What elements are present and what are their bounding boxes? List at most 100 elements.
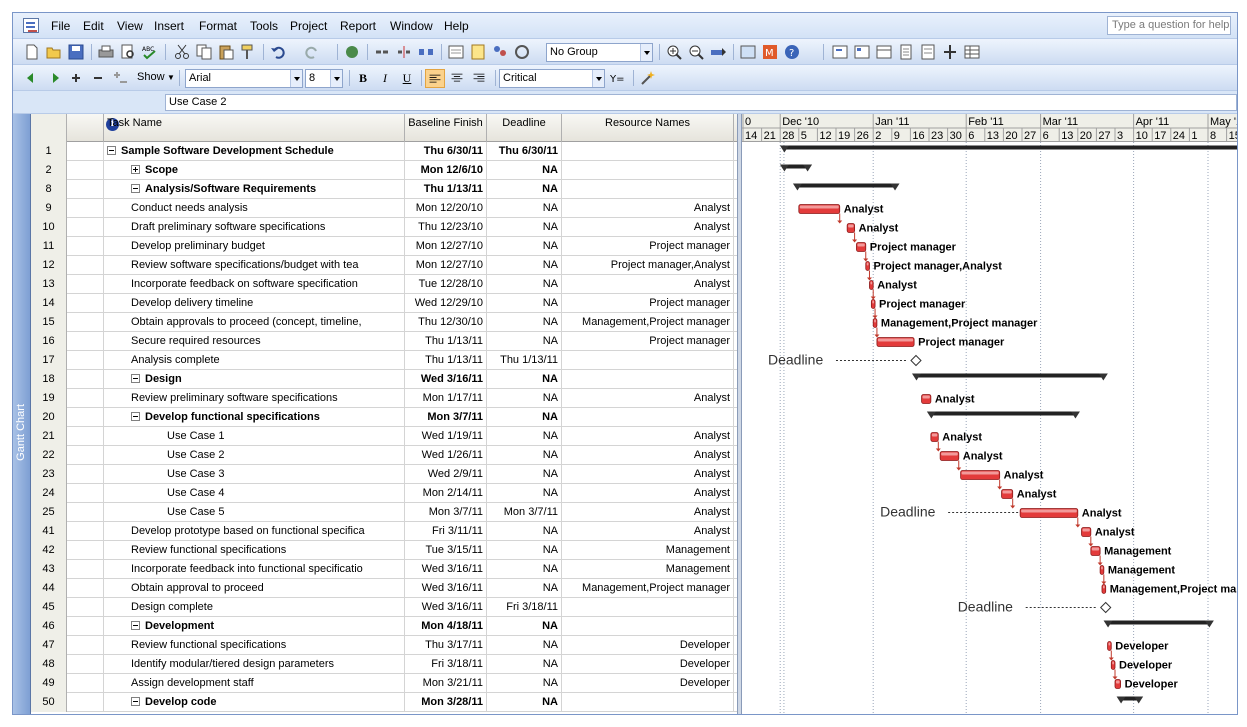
baseline-finish-cell[interactable]: Wed 3/16/11 (405, 560, 487, 579)
task-name-cell[interactable]: Use Case 2 (104, 446, 405, 465)
baseline-finish-cell[interactable]: Mon 1/17/11 (405, 389, 487, 408)
baseline-finish-cell[interactable]: Fri 3/11/11 (405, 522, 487, 541)
baseline-finish-cell[interactable]: Fri 3/18/11 (405, 655, 487, 674)
task-name-cell[interactable]: Development (104, 617, 405, 636)
row-id[interactable]: 15 (31, 313, 67, 332)
indicator-cell[interactable] (67, 294, 104, 313)
collapse-icon[interactable] (131, 621, 140, 630)
deadline-cell[interactable]: NA (487, 294, 562, 313)
resource-names-cell[interactable]: Analyst (562, 484, 734, 503)
indicator-cell[interactable] (67, 617, 104, 636)
scroll-to-task-icon[interactable] (709, 43, 727, 61)
baseline-finish-cell[interactable]: Wed 1/19/11 (405, 427, 487, 446)
baseline-finish-cell[interactable]: Mon 12/6/10 (405, 161, 487, 180)
task-row[interactable]: 25 Use Case 5 Mon 3/7/11 Mon 3/7/11 Analyst (31, 503, 737, 522)
task-row[interactable]: 20 Develop functional specifications Mon 3… (31, 408, 737, 427)
paste-icon[interactable] (217, 43, 235, 61)
row-id[interactable]: 24 (31, 484, 67, 503)
indicator-cell[interactable] (67, 655, 104, 674)
indicator-cell[interactable] (67, 408, 104, 427)
resource-names-cell[interactable] (562, 617, 734, 636)
menu-project[interactable]: Project (290, 19, 327, 33)
insert-hyperlink-icon[interactable] (343, 43, 361, 61)
task-name-cell[interactable]: Obtain approvals to proceed (concept, ti… (104, 313, 405, 332)
indicator-cell[interactable] (67, 180, 104, 199)
resource-names-cell[interactable]: Project manager (562, 332, 734, 351)
hide-subtasks-icon[interactable] (89, 69, 107, 87)
baseline-finish-cell[interactable]: Mon 12/27/10 (405, 256, 487, 275)
deadline-cell[interactable]: Fri 3/18/11 (487, 598, 562, 617)
split-window-icon[interactable] (941, 43, 959, 61)
task-name-cell[interactable]: Use Case 3 (104, 465, 405, 484)
baseline-finish-cell[interactable]: Mon 12/27/10 (405, 237, 487, 256)
task-name-cell[interactable]: Develop delivery timeline (104, 294, 405, 313)
baseline-finish-cell[interactable]: Thu 3/17/11 (405, 636, 487, 655)
baseline-finish-cell[interactable]: Wed 1/26/11 (405, 446, 487, 465)
task-row[interactable]: 19 Review preliminary software specificat… (31, 389, 737, 408)
row-id[interactable]: 10 (31, 218, 67, 237)
task-name-cell[interactable]: Analysis/Software Requirements (104, 180, 405, 199)
resource-names-cell[interactable]: Project manager,Analyst (562, 256, 734, 275)
collapse-icon[interactable] (131, 412, 140, 421)
indicator-cell[interactable] (67, 370, 104, 389)
deadline-cell[interactable]: NA (487, 313, 562, 332)
indicator-cell[interactable] (67, 237, 104, 256)
row-id[interactable]: 9 (31, 199, 67, 218)
new-icon[interactable] (23, 43, 41, 61)
gantt-view-icon[interactable] (831, 43, 849, 61)
indicator-cell[interactable] (67, 446, 104, 465)
menu-format[interactable]: Format (199, 19, 237, 33)
task-row[interactable]: 23 Use Case 3 Wed 2/9/11 NA Analyst (31, 465, 737, 484)
baseline-finish-cell[interactable]: Tue 3/15/11 (405, 541, 487, 560)
deadline-cell[interactable]: NA (487, 541, 562, 560)
autofilter-icon[interactable]: Y= (609, 69, 627, 87)
task-row[interactable]: 10 Draft preliminary software specificati… (31, 218, 737, 237)
row-id[interactable]: 16 (31, 332, 67, 351)
task-row[interactable]: 24 Use Case 4 Mon 2/14/11 NA Analyst (31, 484, 737, 503)
row-id[interactable]: 49 (31, 674, 67, 693)
menu-file[interactable]: File (51, 19, 70, 33)
deadline-cell[interactable]: NA (487, 579, 562, 598)
resource-names-cell[interactable] (562, 351, 734, 370)
network-view-icon[interactable] (853, 43, 871, 61)
row-id[interactable]: 50 (31, 693, 67, 712)
task-row[interactable]: 21 Use Case 1 Wed 1/19/11 NA Analyst (31, 427, 737, 446)
task-row[interactable]: 18 Design Wed 3/16/11 NA (31, 370, 737, 389)
collapse-icon[interactable] (131, 184, 140, 193)
row-id[interactable]: 1 (31, 142, 67, 161)
task-row[interactable]: 14 Develop delivery timeline Wed 12/29/10 N… (31, 294, 737, 313)
baseline-finish-cell[interactable]: Mon 3/7/11 (405, 408, 487, 427)
row-id[interactable]: 44 (31, 579, 67, 598)
resource-view-icon[interactable] (897, 43, 915, 61)
deadline-cell[interactable]: NA (487, 674, 562, 693)
show-subtasks-icon[interactable] (67, 69, 85, 87)
filter-select[interactable]: Critical (499, 69, 605, 88)
row-id[interactable]: 20 (31, 408, 67, 427)
deadline-cell[interactable]: NA (487, 655, 562, 674)
unlink-tasks-icon[interactable] (395, 43, 413, 61)
project-app-icon[interactable] (23, 18, 39, 33)
task-name-cell[interactable]: Develop code (104, 693, 405, 712)
view-bar[interactable]: Gantt Chart (13, 114, 31, 714)
resource-names-cell[interactable]: Project manager (562, 294, 734, 313)
task-name-cell[interactable]: Use Case 5 (104, 503, 405, 522)
row-id[interactable]: 19 (31, 389, 67, 408)
baseline-finish-cell[interactable]: Mon 12/20/10 (405, 199, 487, 218)
task-row[interactable]: 44 Obtain approval to proceed Wed 3/16/11 N… (31, 579, 737, 598)
resource-names-cell[interactable]: Management,Project manager (562, 313, 734, 332)
task-name-cell[interactable]: Use Case 1 (104, 427, 405, 446)
publish-icon[interactable] (513, 43, 531, 61)
print-icon[interactable] (97, 43, 115, 61)
row-id[interactable]: 45 (31, 598, 67, 617)
task-info-icon[interactable] (447, 43, 465, 61)
task-name-cell[interactable]: Review software specifications/budget wi… (104, 256, 405, 275)
task-name-cell[interactable]: Incorporate feedback on software specifi… (104, 275, 405, 294)
office-online-icon[interactable]: M (761, 43, 779, 61)
task-name-cell[interactable]: Review preliminary software specificatio… (104, 389, 405, 408)
deadline-cell[interactable]: NA (487, 617, 562, 636)
indicator-cell[interactable] (67, 598, 104, 617)
menu-view[interactable]: View (117, 19, 143, 33)
row-id[interactable]: 47 (31, 636, 67, 655)
zoom-out-icon[interactable] (687, 43, 705, 61)
baseline-finish-cell[interactable]: Wed 2/9/11 (405, 465, 487, 484)
